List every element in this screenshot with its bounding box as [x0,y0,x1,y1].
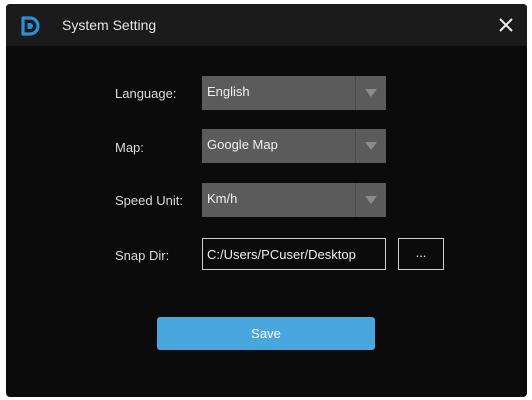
speed-unit-select[interactable]: Km/h [202,183,386,217]
system-setting-dialog: System Setting Language: English Map: Go… [6,4,527,397]
d-logo-icon [20,15,42,37]
window-title: System Setting [62,17,157,33]
dropdown-arrow-button[interactable] [355,76,386,110]
browse-button[interactable]: ... [398,238,444,270]
map-label: Map: [115,140,144,155]
dropdown-arrow-button[interactable] [355,129,386,163]
snap-dir-input[interactable] [202,238,386,270]
speed-unit-value: Km/h [207,191,238,206]
title-bar: System Setting [6,4,527,46]
language-label: Language: [115,86,177,101]
triangle-down-icon [365,142,377,150]
triangle-down-icon [365,196,377,204]
language-select[interactable]: English [202,76,386,110]
language-value: English [207,84,250,99]
snap-dir-label: Snap Dir: [115,248,170,263]
dropdown-arrow-button[interactable] [355,183,386,217]
map-value: Google Map [207,137,278,152]
save-button[interactable]: Save [157,317,375,350]
speed-unit-label: Speed Unit: [115,193,183,208]
map-select[interactable]: Google Map [202,129,386,163]
close-icon[interactable] [494,13,518,37]
triangle-down-icon [365,89,377,97]
